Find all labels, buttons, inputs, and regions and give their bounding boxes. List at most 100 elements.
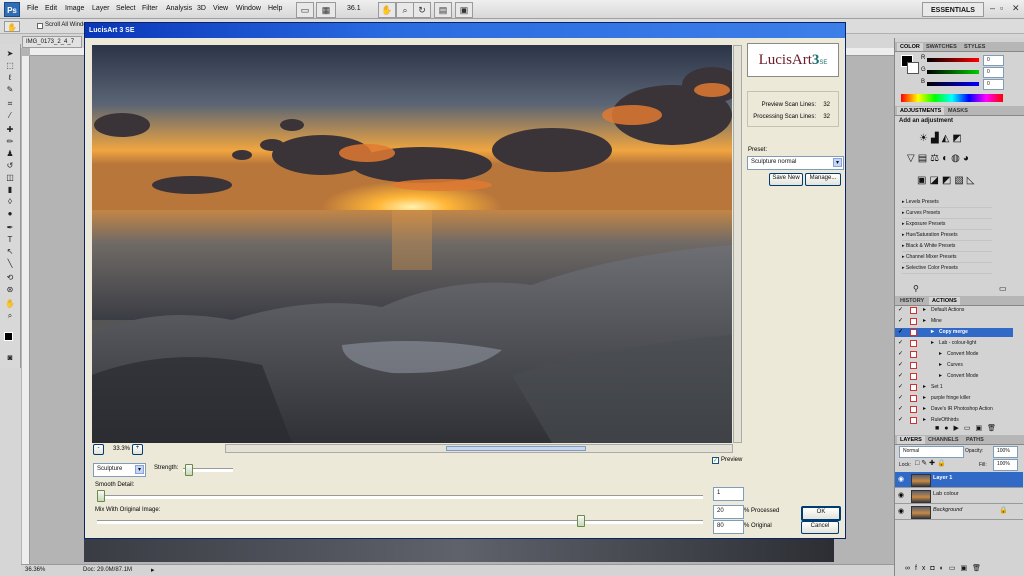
action-row[interactable]: ✓ ▸ Convert Mode <box>895 350 1013 359</box>
workspace-switcher[interactable]: ESSENTIALS <box>922 2 984 17</box>
preset-row[interactable]: ▸ Selective Color Presets <box>902 264 992 274</box>
color-background-swatch[interactable] <box>907 62 919 74</box>
expand-triangle-icon[interactable]: ▸ <box>923 317 926 326</box>
dialog-toggle-icon[interactable] <box>910 318 917 325</box>
menu-3d[interactable]: 3D <box>197 5 206 12</box>
preset-row[interactable]: ▸ Exposure Presets <box>902 220 992 230</box>
action-row[interactable]: ✓ ▸ Mine <box>895 317 1013 326</box>
expand-triangle-icon[interactable]: ▸ <box>923 405 926 414</box>
layer-row[interactable]: ◉ Lab colour <box>895 488 1023 504</box>
smooth-detail-field[interactable]: 1 <box>713 487 744 501</box>
menu-edit[interactable]: Edit <box>45 5 57 12</box>
dialog-toggle-icon[interactable] <box>910 417 917 424</box>
manage-button[interactable]: Manage... <box>805 173 841 186</box>
preview-vertical-scrollbar[interactable] <box>733 45 742 443</box>
expand-triangle-icon[interactable]: ▸ <box>931 339 934 348</box>
dialog-toggle-icon[interactable] <box>910 384 917 391</box>
action-row[interactable]: ✓ ▸ Convert Mode <box>895 372 1013 381</box>
processed-percent-field[interactable]: 20 <box>713 505 744 519</box>
fill-field[interactable]: 100% <box>993 459 1018 471</box>
clone-stamp-tool-icon[interactable]: ♟ <box>4 148 16 159</box>
zoom-tool-icon[interactable]: ⌕ <box>4 310 16 321</box>
smooth-detail-slider-track[interactable] <box>97 495 703 499</box>
menu-view[interactable]: View <box>213 5 228 12</box>
foreground-color-swatch[interactable] <box>4 332 13 341</box>
r-slider[interactable] <box>927 58 979 62</box>
status-zoom[interactable]: 36.36% <box>25 567 45 573</box>
action-toggle-checkbox[interactable]: ✓ <box>898 405 903 414</box>
bridge-icon[interactable]: ▭ <box>296 2 314 18</box>
eraser-tool-icon[interactable]: ◫ <box>4 172 16 183</box>
shape-tool-icon[interactable]: ╲ <box>4 258 16 269</box>
move-tool-icon[interactable]: ➤ <box>4 48 16 59</box>
ok-button[interactable]: OK <box>801 506 841 521</box>
quick-mask-icon[interactable]: ◙ <box>4 352 16 363</box>
chevron-down-icon[interactable]: ▾ <box>833 158 842 167</box>
expand-triangle-icon[interactable]: ▸ <box>923 394 926 403</box>
hand-tool-icon[interactable]: ✋ <box>378 2 396 18</box>
action-row[interactable]: ✓ ▸ Copy merge <box>895 328 1013 337</box>
3d-orbit-tool-icon[interactable]: ⊛ <box>4 284 16 295</box>
layers-footer-buttons[interactable]: ∞fx◘◐▭▣🗑 <box>905 564 986 572</box>
preview-image[interactable] <box>92 45 732 443</box>
tab-swatches[interactable]: SWATCHES <box>923 43 960 51</box>
menu-filter[interactable]: Filter <box>142 5 158 12</box>
dialog-toggle-icon[interactable] <box>910 362 917 369</box>
brush-tool-icon[interactable]: ✏ <box>4 136 16 147</box>
action-row[interactable]: ✓ ▸ Set 1 <box>895 383 1013 392</box>
crop-tool-icon[interactable]: ⌗ <box>4 98 16 109</box>
mix-slider-track[interactable] <box>97 520 703 524</box>
action-toggle-checkbox[interactable]: ✓ <box>898 394 903 403</box>
preset-row[interactable]: ▸ Levels Presets <box>902 198 992 208</box>
action-toggle-checkbox[interactable]: ✓ <box>898 416 903 425</box>
save-new-button[interactable]: Save New <box>769 173 803 186</box>
action-row[interactable]: ✓ ▸ purple fringe killer <box>895 394 1013 403</box>
actions-footer-buttons[interactable]: ■●▶▭▣🗑 <box>935 424 1001 432</box>
dialog-toggle-icon[interactable] <box>910 395 917 402</box>
gradient-tool-icon[interactable]: ▮ <box>4 184 16 195</box>
preview-checkbox[interactable]: ✓ <box>712 457 719 464</box>
status-menu-arrow-icon[interactable]: ▸ <box>151 566 155 574</box>
tab-layers[interactable]: LAYERS <box>897 436 925 444</box>
dialog-toggle-icon[interactable] <box>910 351 917 358</box>
lock-icons[interactable]: □✎✚🔒 <box>915 459 948 467</box>
adjustment-panel-footer-icon[interactable]: ⚲ <box>913 284 919 293</box>
tab-channels[interactable]: CHANNELS <box>925 436 962 444</box>
expand-triangle-icon[interactable]: ▸ <box>939 350 942 359</box>
path-select-tool-icon[interactable]: ↖ <box>4 246 16 257</box>
chevron-down-icon[interactable]: ▾ <box>135 465 144 474</box>
dialog-toggle-icon[interactable] <box>910 406 917 413</box>
zoom-out-button[interactable]: - <box>93 444 104 455</box>
visibility-eye-icon[interactable]: ◉ <box>898 507 904 515</box>
g-value-field[interactable]: 0 <box>983 67 1004 78</box>
scroll-thumb[interactable] <box>446 446 586 451</box>
menu-select[interactable]: Select <box>116 5 135 12</box>
menu-image[interactable]: Image <box>65 5 84 12</box>
action-row[interactable]: ✓ ▸ Default Actions <box>895 306 1013 315</box>
quick-select-tool-icon[interactable]: ✎ <box>4 84 16 95</box>
expand-triangle-icon[interactable]: ▸ <box>923 416 926 425</box>
action-toggle-checkbox[interactable]: ✓ <box>898 383 903 392</box>
action-toggle-checkbox[interactable]: ✓ <box>898 317 903 326</box>
screen-mode-icon[interactable]: ▣ <box>455 2 473 18</box>
layer-row[interactable]: ◉ Background 🔒 <box>895 504 1023 520</box>
preview-horizontal-scrollbar[interactable] <box>225 444 733 453</box>
tab-masks[interactable]: MASKS <box>945 107 971 115</box>
dodge-tool-icon[interactable]: ● <box>4 208 16 219</box>
mode-select[interactable]: Sculpture ▾ <box>93 463 146 477</box>
visibility-eye-icon[interactable]: ◉ <box>898 491 904 499</box>
opacity-field[interactable]: 100% <box>993 446 1018 458</box>
r-value-field[interactable]: 0 <box>983 55 1004 66</box>
layer-row[interactable]: ◉ Layer 1 <box>895 472 1023 488</box>
tab-styles[interactable]: STYLES <box>961 43 988 51</box>
strength-slider-thumb[interactable] <box>185 464 194 476</box>
pen-tool-icon[interactable]: ✒ <box>4 222 16 233</box>
expand-triangle-icon[interactable]: ▸ <box>923 383 926 392</box>
mix-slider-thumb[interactable] <box>577 515 585 527</box>
dialog-title[interactable]: LucisArt 3 SE <box>85 23 845 38</box>
action-toggle-checkbox[interactable]: ✓ <box>898 339 903 348</box>
expand-triangle-icon[interactable]: ▸ <box>939 372 942 381</box>
zoom-level-dropdown[interactable]: 36.1 <box>347 5 361 12</box>
expand-triangle-icon[interactable]: ▸ <box>923 306 926 315</box>
action-toggle-checkbox[interactable]: ✓ <box>898 306 903 315</box>
